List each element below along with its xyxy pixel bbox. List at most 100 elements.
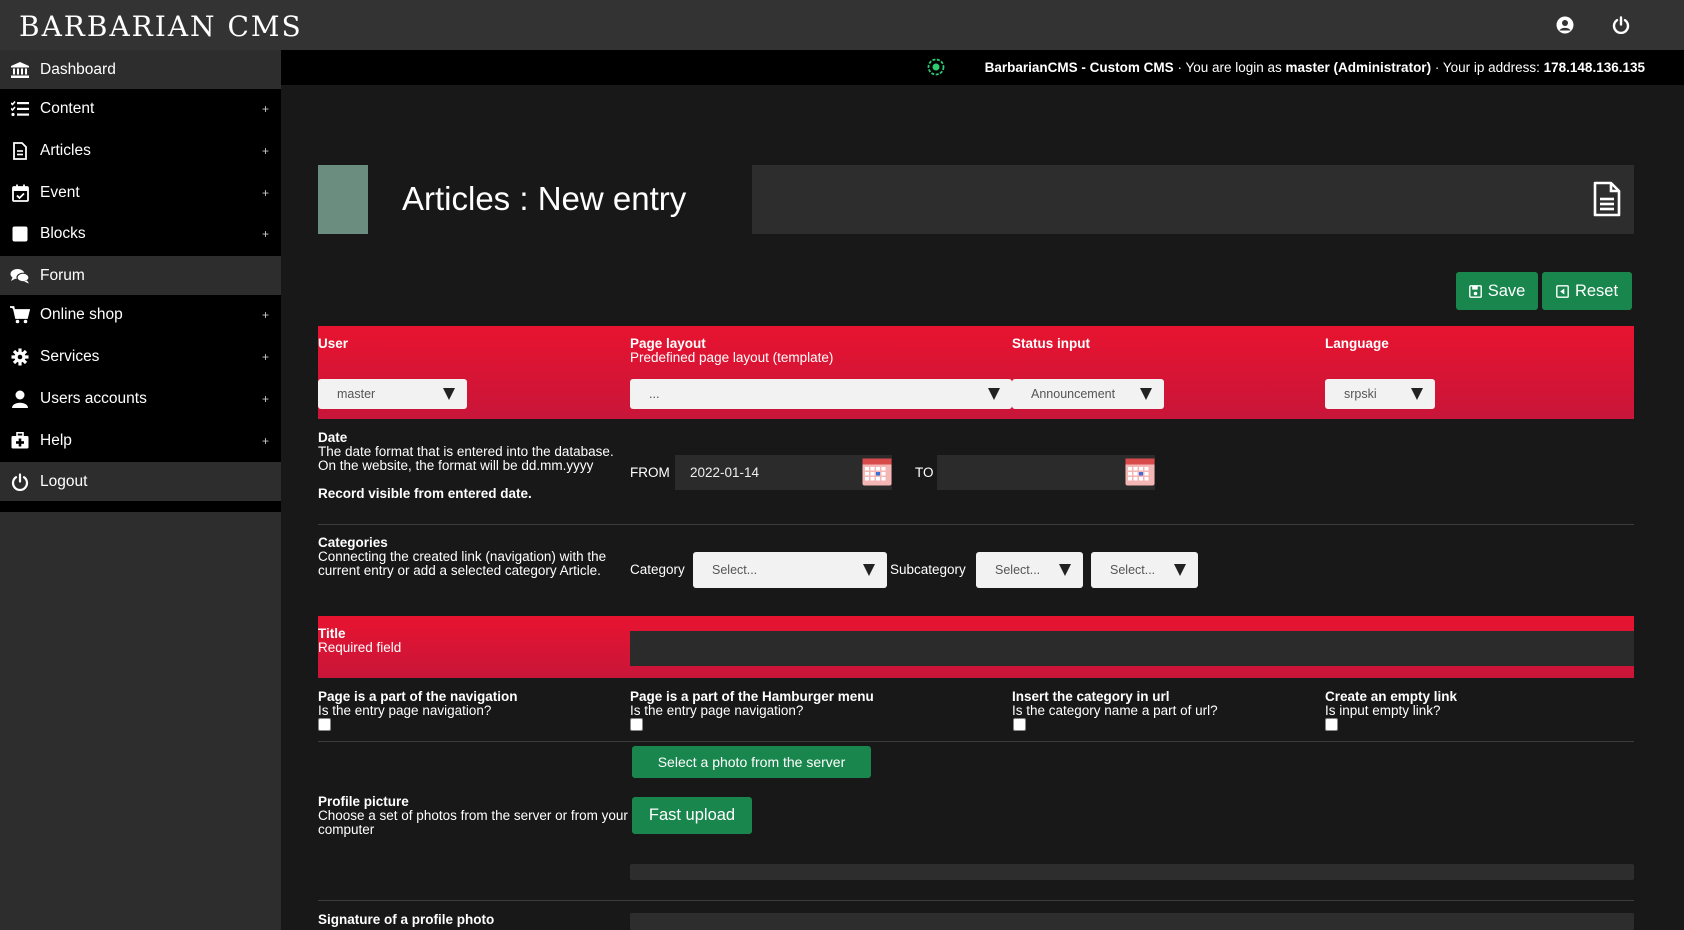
hamburger-checkbox[interactable] — [630, 718, 643, 731]
expand-icon[interactable]: + — [262, 227, 269, 241]
page-layout-hint: Predefined page layout (template) — [630, 350, 834, 365]
sidebar-item-content[interactable]: Content + — [0, 89, 281, 128]
sidebar-item-label: Dashboard — [40, 60, 116, 78]
sidebar-item-online-shop[interactable]: Online shop + — [0, 295, 281, 334]
app-logo[interactable]: BARBARIAN CMS — [19, 10, 303, 43]
categories-description: Connecting the created link (navigation)… — [318, 549, 607, 578]
select-photo-button[interactable]: Select a photo from the server — [632, 746, 871, 778]
empty-link-checkbox[interactable] — [1325, 718, 1338, 731]
expand-icon[interactable]: + — [262, 308, 269, 322]
user-circle-icon[interactable] — [1553, 13, 1577, 37]
category-url-checkbox[interactable] — [1013, 718, 1026, 731]
user-icon — [10, 389, 30, 409]
calendar-check-icon — [10, 183, 30, 203]
reset-button[interactable]: Reset — [1542, 272, 1632, 310]
fast-upload-button[interactable]: Fast upload — [632, 797, 752, 834]
login-text: · You are login as — [1173, 60, 1286, 75]
category-url-flag-hint: Is the category name a part of url? — [1012, 703, 1218, 718]
document-icon[interactable] — [1592, 181, 1622, 217]
status-select[interactable]: Announcement — [1012, 379, 1164, 409]
power-icon[interactable] — [1609, 13, 1633, 37]
dropdown-arrow-icon — [443, 388, 455, 400]
sidebar-item-label: Online shop — [40, 305, 123, 323]
cart-icon — [10, 305, 30, 325]
category-label: Category — [630, 562, 685, 577]
expand-icon[interactable]: + — [262, 434, 269, 448]
sidebar-item-logout[interactable]: Logout — [0, 462, 281, 501]
language-select[interactable]: srpski — [1325, 379, 1435, 409]
expand-icon[interactable]: + — [262, 144, 269, 158]
back-square-icon — [1556, 284, 1569, 298]
date-to-input[interactable] — [937, 455, 1155, 490]
dropdown-arrow-icon — [1140, 388, 1152, 400]
profile-picture-description: Choose a set of photos from the server o… — [318, 808, 628, 837]
sidebar-item-blocks[interactable]: Blocks + — [0, 214, 281, 253]
expand-icon[interactable]: + — [262, 102, 269, 116]
sidebar-item-label: Services — [40, 347, 100, 365]
logged-user: master (Administrator) — [1285, 60, 1432, 75]
to-label: TO — [915, 465, 934, 480]
category-url-flag-label: Insert the category in url — [1012, 689, 1170, 704]
empty-link-flag-label: Create an empty link — [1325, 689, 1458, 704]
title-input[interactable] — [630, 631, 1634, 666]
date-from-value: 2022-01-14 — [690, 465, 760, 480]
sidebar-item-label: Help — [40, 431, 72, 449]
language-label: Language — [1325, 336, 1389, 351]
top-bar: BARBARIAN CMS — [0, 0, 1684, 50]
divider — [318, 524, 1634, 525]
title-band: Title Required field — [318, 616, 1634, 678]
sidebar-item-forum[interactable]: Forum — [0, 256, 281, 295]
expand-icon[interactable]: + — [262, 186, 269, 200]
language-value: srpski — [1344, 387, 1377, 401]
navigation-flag-label: Page is a part of the navigation — [318, 689, 518, 704]
subcategory-level2-select[interactable]: Select... — [1091, 552, 1198, 588]
sidebar-item-help[interactable]: Help + — [0, 421, 281, 460]
upload-progress-bar — [630, 864, 1634, 880]
category-select[interactable]: Select... — [693, 552, 887, 588]
page-layout-select[interactable]: ... — [630, 379, 1012, 409]
medkit-icon — [10, 431, 30, 451]
user-select[interactable]: master — [318, 379, 467, 409]
category-value: Select... — [712, 563, 758, 577]
subcategory-value: Select... — [995, 563, 1041, 577]
dropdown-arrow-icon — [1411, 388, 1423, 400]
navigation-checkbox[interactable] — [318, 718, 331, 731]
sidebar-item-label: Articles — [40, 141, 91, 159]
header-accent-block — [318, 165, 368, 234]
page-layout-value: ... — [649, 387, 660, 401]
categories-label: Categories — [318, 535, 388, 550]
floppy-icon — [1468, 284, 1482, 298]
square-icon — [10, 224, 30, 244]
sidebar-item-articles[interactable]: Articles + — [0, 131, 281, 170]
header-bar — [752, 165, 1634, 234]
sidebar-background — [0, 512, 281, 930]
sidebar-item-event[interactable]: Event + — [0, 173, 281, 212]
sidebar-item-services[interactable]: Services + — [0, 337, 281, 376]
subcategory-select[interactable]: Select... — [976, 552, 1083, 588]
title-required-hint: Required field — [318, 640, 402, 655]
divider — [318, 900, 1634, 901]
sidebar-item-label: Forum — [40, 266, 85, 284]
navigation-flag-hint: Is the entry page navigation? — [318, 703, 492, 718]
meta-fields-band: User Page layout Predefined page layout … — [318, 326, 1634, 419]
calendar-icon[interactable] — [862, 458, 892, 486]
divider — [318, 741, 1634, 742]
hamburger-flag-hint: Is the entry page navigation? — [630, 703, 804, 718]
sidebar-item-users-accounts[interactable]: Users accounts + — [0, 379, 281, 418]
expand-icon[interactable]: + — [262, 350, 269, 364]
date-from-input[interactable]: 2022-01-14 — [675, 455, 892, 490]
ip-address: 178.148.136.135 — [1543, 60, 1645, 75]
from-label: FROM — [630, 465, 670, 480]
sidebar-item-dashboard[interactable]: Dashboard — [0, 50, 281, 89]
gear-icon — [10, 347, 30, 367]
sidebar-item-label: Content — [40, 99, 95, 117]
status-online-icon — [927, 58, 945, 76]
date-description: The date format that is entered into the… — [318, 444, 614, 473]
calendar-icon[interactable] — [1125, 458, 1155, 486]
save-button[interactable]: Save — [1456, 272, 1538, 310]
signature-input[interactable] — [630, 913, 1634, 930]
expand-icon[interactable]: + — [262, 392, 269, 406]
sidebar-item-label: Event — [40, 183, 80, 201]
site-name: BarbarianCMS - Custom CMS — [984, 60, 1174, 75]
bank-icon — [10, 60, 30, 80]
